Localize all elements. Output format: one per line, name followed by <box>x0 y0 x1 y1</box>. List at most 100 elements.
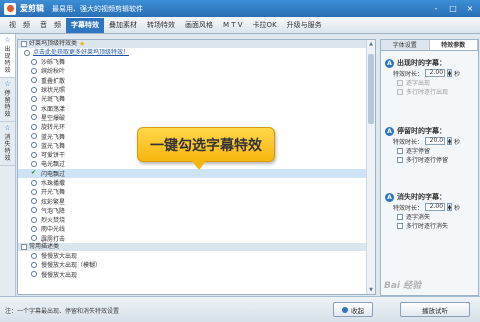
scroll-down-arrow-icon[interactable]: ▼ <box>367 286 375 294</box>
effect-name: 开光飞舞 <box>41 189 66 197</box>
effect-radio[interactable] <box>31 142 37 149</box>
effect-list-item[interactable]: 慢慢放大出现 <box>18 270 368 279</box>
effect-group-header[interactable]: 常用描述类 <box>18 242 368 251</box>
effect-list-item[interactable]: 水珠播撒 <box>18 178 368 187</box>
list-scrollbar[interactable]: ▲ ▼ <box>366 40 375 294</box>
app-name: 爱剪辑 <box>20 4 44 13</box>
close-button[interactable]: × <box>463 3 477 14</box>
option-checkbox[interactable] <box>397 156 403 163</box>
effect-list-item[interactable]: 气泡飞降 <box>18 206 368 215</box>
sidebar-tab-char: 留 <box>4 97 11 104</box>
spin-buttons-icon[interactable]: ▲ ▼ <box>447 69 453 77</box>
effect-list-item[interactable]: 烈火焚烧 <box>18 215 368 224</box>
text-a-icon: A <box>385 126 394 136</box>
sidebar-tab-char: 现 <box>4 53 11 60</box>
effect-radio[interactable] <box>31 225 37 232</box>
more-effects-link-text[interactable]: 点击此处获取更多好莱坞顶级特效！ <box>33 48 129 57</box>
star-icon: ☆ <box>4 80 11 88</box>
effect-list-item[interactable]: 慢慢放大出现 <box>18 251 368 260</box>
option-checkbox-row[interactable]: 逐字消失 <box>385 212 477 221</box>
sidebar-tab-2[interactable]: ☆ 消失特效 <box>0 122 15 166</box>
play-preview-button[interactable]: 播放试听 <box>400 302 470 317</box>
effect-name: 沙砾飞舞 <box>41 59 66 67</box>
menu-tab-2[interactable]: 字幕特效 <box>66 18 104 33</box>
option-checkbox-row[interactable]: 多行时逐行消失 <box>385 221 477 230</box>
effect-list-item[interactable]: 慢慢放大出现（模糊） <box>18 260 368 269</box>
effect-radio[interactable] <box>31 95 37 102</box>
effect-radio[interactable] <box>31 58 37 65</box>
menu-tab-0[interactable]: 视 频 <box>4 18 35 33</box>
effect-radio[interactable] <box>31 207 37 214</box>
effect-radio[interactable] <box>31 133 37 140</box>
menu-tab-3[interactable]: 叠加素材 <box>104 18 142 33</box>
parameter-section-0: A 出现时的字幕： 特效时长： 2.00 ▲ ▼ 秒逐字出现 多行时逐行出现 <box>385 58 477 96</box>
effect-radio[interactable] <box>31 261 37 268</box>
group-checkbox[interactable] <box>21 41 27 47</box>
group-title: 常用描述类 <box>29 242 60 250</box>
duration-input[interactable]: 20.0 <box>425 137 446 145</box>
effect-radio[interactable] <box>31 235 37 242</box>
effect-list-item[interactable]: 炫彩繁星 <box>18 196 368 206</box>
menu-tab-5[interactable]: 画面风格 <box>180 18 218 33</box>
menu-tab-6[interactable]: M T V <box>218 18 248 33</box>
parameter-tab-1[interactable]: 特效参数 <box>429 40 478 50</box>
watermark: Bai 经验 <box>384 281 422 291</box>
effect-list-item[interactable]: 沙砾飞舞 <box>18 57 368 66</box>
menu-tab-4[interactable]: 转场特效 <box>142 18 180 33</box>
option-checkbox[interactable] <box>397 88 403 95</box>
sidebar-tab-0[interactable]: ☆ 出现特效 <box>0 34 15 78</box>
minimize-button[interactable]: - <box>429 3 443 14</box>
effect-radio[interactable] <box>31 216 37 223</box>
effect-radio[interactable] <box>31 188 37 195</box>
effect-radio[interactable] <box>31 252 37 259</box>
duration-input[interactable]: 2.00 <box>425 203 446 211</box>
group-checkbox[interactable] <box>21 243 27 250</box>
spin-buttons-icon[interactable]: ▲ ▼ <box>447 137 453 145</box>
checked-icon[interactable]: ✔ <box>31 170 37 176</box>
effect-radio[interactable] <box>31 198 37 205</box>
scroll-up-arrow-icon[interactable]: ▲ <box>367 40 375 48</box>
more-effects-link[interactable]: 点击此处获取更多好莱坞顶级特效！ <box>18 48 368 57</box>
duration-input[interactable]: 2.00 <box>425 69 446 77</box>
option-checkbox-row[interactable]: 逐字出现 <box>385 78 477 87</box>
effect-list-item[interactable]: 缤纷秋叶 <box>18 66 368 75</box>
effect-radio[interactable] <box>31 160 37 167</box>
effect-radio[interactable] <box>31 114 37 121</box>
effect-radio[interactable] <box>31 151 37 158</box>
collapse-button[interactable]: 收起 <box>333 302 373 317</box>
menu-tab-7[interactable]: 卡拉OK <box>248 18 282 33</box>
effect-radio[interactable] <box>31 67 37 74</box>
effect-list-item[interactable]: 光斑飞舞 <box>18 94 368 103</box>
menu-tab-8[interactable]: 升级与服务 <box>282 18 327 33</box>
option-label: 逐字出现 <box>406 80 431 87</box>
effect-radio[interactable] <box>31 271 37 278</box>
option-checkbox-row[interactable]: 多行时逐行停留 <box>385 155 477 164</box>
option-checkbox[interactable] <box>397 213 403 220</box>
effect-list-item[interactable]: 雨中光线 <box>18 224 368 233</box>
effect-group-header[interactable]: 好莱坞顶级特效类 ★ <box>18 40 368 48</box>
effect-radio[interactable] <box>31 123 37 130</box>
effect-list-item[interactable]: 星空爆破 <box>18 113 368 122</box>
effect-list-item[interactable]: 开光飞舞 <box>18 187 368 196</box>
effect-radio[interactable] <box>31 179 37 186</box>
spin-buttons-icon[interactable]: ▲ ▼ <box>447 203 453 211</box>
effect-radio[interactable] <box>31 77 37 84</box>
option-checkbox-row[interactable]: 逐字停留 <box>385 146 477 155</box>
option-checkbox[interactable] <box>397 79 403 86</box>
effect-radio[interactable] <box>31 105 37 112</box>
effect-list-item[interactable]: 重叠扩散 <box>18 76 368 85</box>
collapse-icon <box>342 306 348 313</box>
effect-list-item[interactable]: 水面荡漾 <box>18 103 368 113</box>
option-checkbox[interactable] <box>397 222 403 229</box>
effect-name: 霹雳打击 <box>41 235 66 243</box>
maximize-button[interactable]: □ <box>446 3 460 14</box>
effect-list-item[interactable]: 霹雳打击 <box>18 234 368 243</box>
option-checkbox[interactable] <box>397 147 403 154</box>
effect-list-item[interactable]: 球状光照 <box>18 85 368 94</box>
effect-radio[interactable] <box>31 86 37 93</box>
scroll-thumb[interactable] <box>368 54 374 124</box>
menu-tab-1[interactable]: 音 频 <box>35 18 66 33</box>
sidebar-tab-1[interactable]: ☆ 停留特效 <box>0 78 15 122</box>
option-checkbox-row[interactable]: 多行时逐行出现 <box>385 87 477 96</box>
parameter-tab-0[interactable]: 字体设置 <box>381 40 430 50</box>
